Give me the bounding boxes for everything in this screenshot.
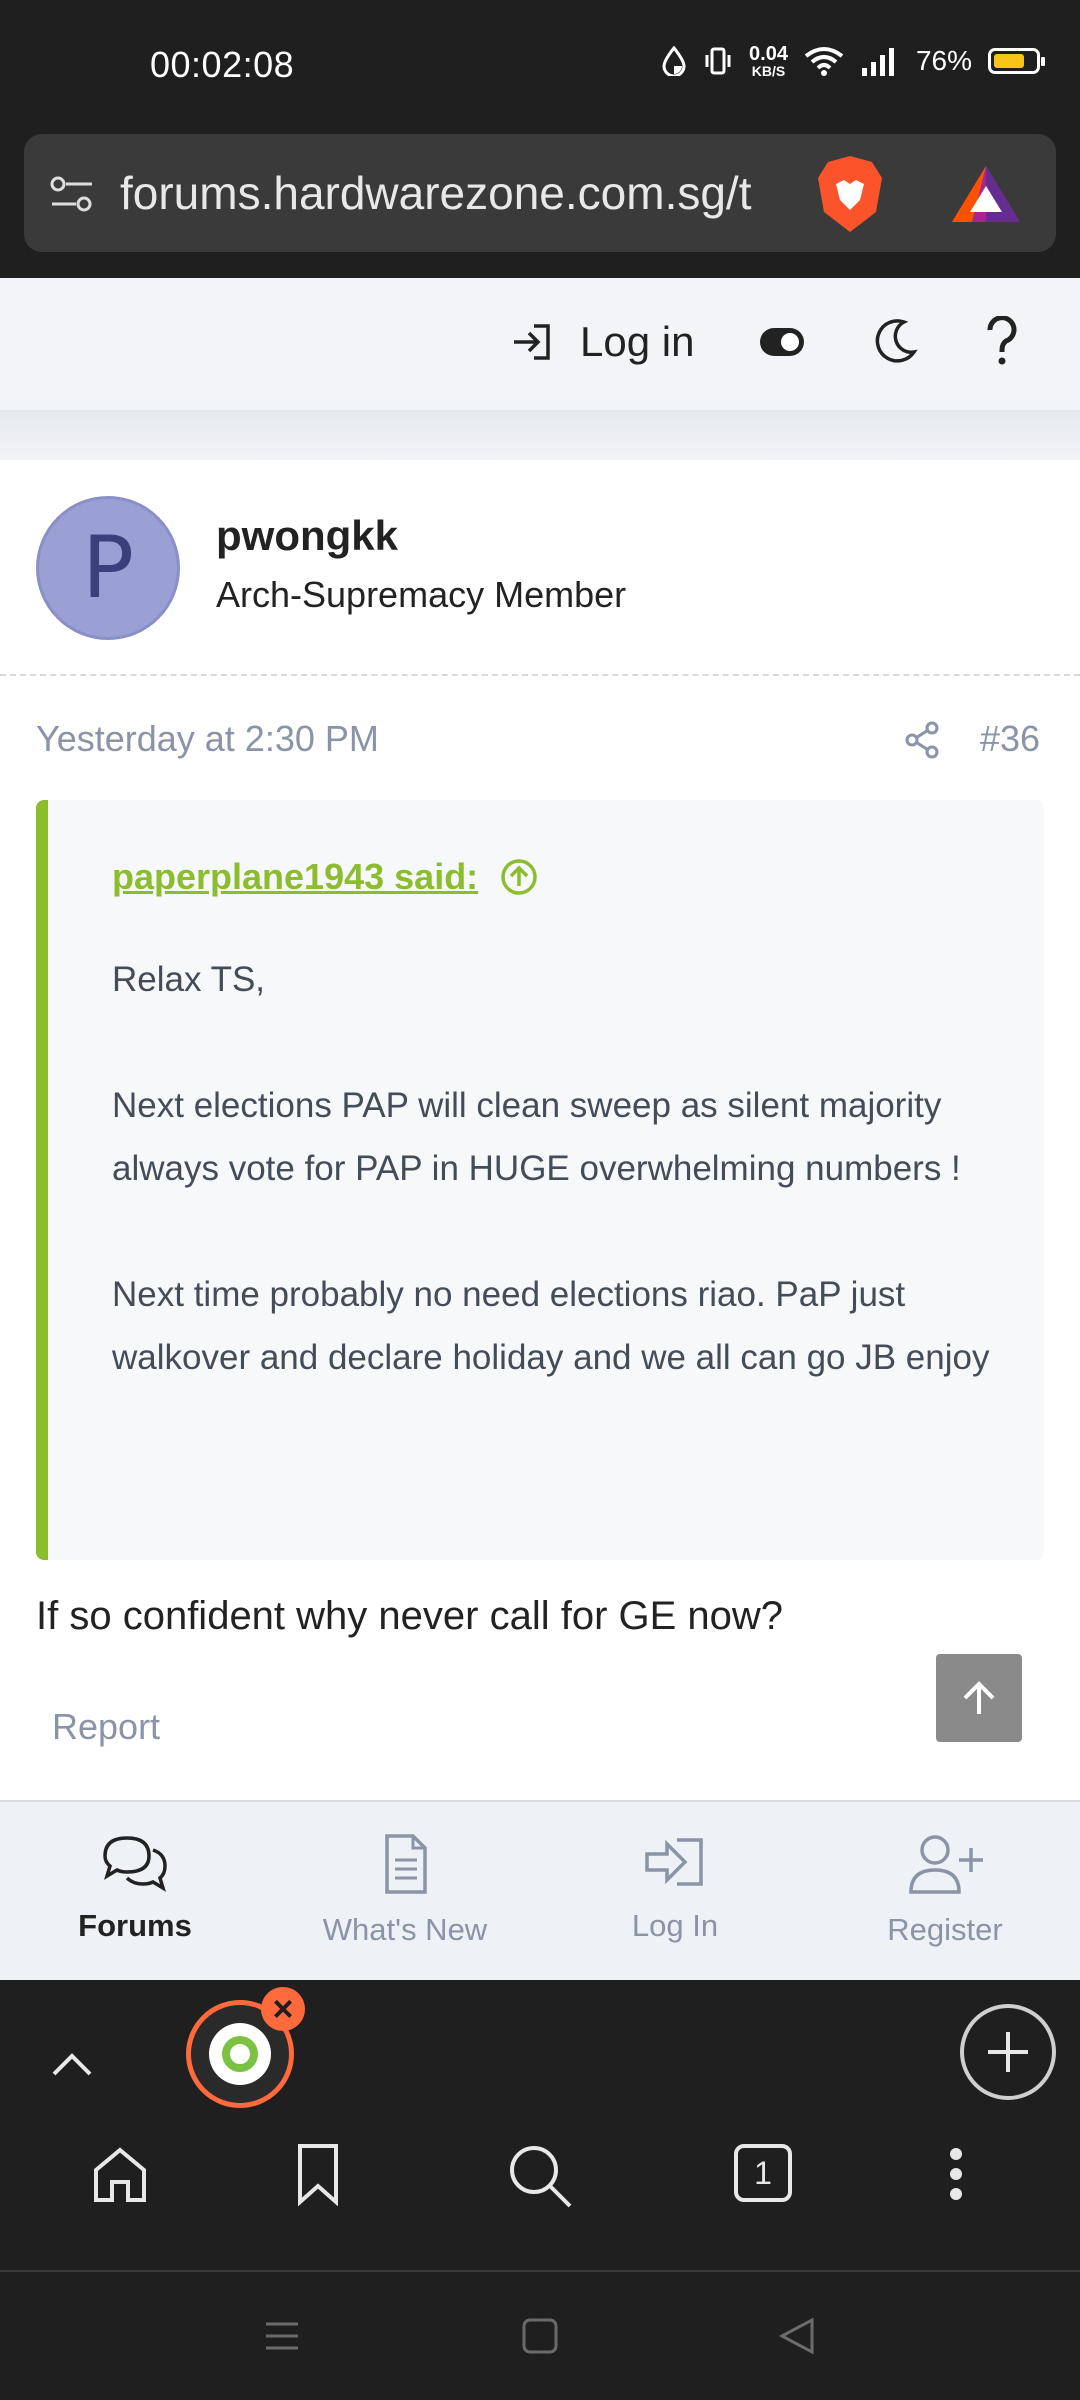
status-icons: 0.04 KB/S 76% [661,44,1045,78]
extension-icon [209,2023,271,2085]
home-nav-button[interactable] [520,2316,560,2361]
url-text[interactable]: forums.hardwarezone.com.sg/t [120,166,810,220]
login-label: Log in [580,318,695,365]
toggle-icon[interactable] [758,326,806,358]
nav-tab-whats-new[interactable]: What's New [270,1802,540,1980]
forums-icon [103,1836,167,1892]
quote-block: paperplane1943 said: Relax TS, Next elec… [36,800,1044,1560]
battery-percent: 76% [915,45,972,76]
quote-paragraph: Next elections PAP will clean sweep as s… [112,1086,961,1188]
site-header: Log in [0,278,1080,410]
address-bar[interactable]: forums.hardwarezone.com.sg/t [24,134,1056,252]
post-body: If so confident why never call for GE no… [36,1594,784,1638]
nav-tab-label: Register [887,1912,1003,1947]
browser-nav-row: 1 [0,2142,1080,2242]
vibrate-icon [705,47,731,75]
search-button[interactable] [506,2142,574,2215]
moon-icon[interactable] [874,318,918,364]
quote-header[interactable]: paperplane1943 said: [112,856,538,898]
nav-tab-label: Forums [78,1908,192,1943]
post-number[interactable]: #36 [980,718,1040,760]
system-nav-bar [0,2272,1080,2400]
wifi-icon [804,47,844,76]
login-icon [514,324,550,360]
tabs-button[interactable]: 1 [734,2144,792,2202]
site-settings-icon[interactable] [48,174,96,214]
scroll-to-top-button[interactable] [936,1654,1022,1742]
more-vert-icon [950,2148,962,2200]
quote-paragraph: Next time probably no need elections ria… [112,1275,990,1377]
avatar[interactable]: P [36,496,180,640]
quote-paragraph: Relax TS, [112,960,266,999]
brave-rewards-icon[interactable] [950,164,1022,224]
home-button[interactable] [88,2142,152,2211]
tab-count: 1 [734,2144,792,2202]
bookmarks-button[interactable] [290,2142,346,2211]
back-button[interactable] [776,2316,816,2361]
net-speed: 0.04 KB/S [749,44,788,78]
help-icon[interactable] [984,316,1020,366]
chevron-up-icon[interactable] [48,2040,96,2088]
nav-tab-register[interactable]: Register [810,1802,1080,1980]
username[interactable]: pwongkk [216,512,398,560]
close-icon[interactable]: × [261,1987,305,2031]
net-speed-value: 0.04 [749,43,788,65]
quote-body: Relax TS, Next elections PAP will clean … [112,948,1012,1389]
post-date[interactable]: Yesterday at 2:30 PM [36,718,379,760]
battery-icon [988,48,1045,74]
nav-tab-label: Log In [631,1908,719,1943]
header-shadow [0,410,1080,460]
data-saver-icon [662,46,686,76]
login-icon [645,1838,703,1886]
divider [0,674,1080,676]
battery-fill [994,54,1025,68]
quote-author[interactable]: paperplane1943 said: [112,856,478,898]
plus-icon [988,2032,1028,2072]
status-bar: 00:02:08 0.04 KB/S 76% [0,0,1080,132]
back-triangle-icon [778,2317,814,2355]
extension-button[interactable]: × [186,1987,305,2108]
nav-tab-label: What's New [322,1912,488,1947]
menu-lines-icon [266,2322,298,2350]
new-tab-button[interactable] [960,2004,1056,2100]
user-title: Arch-Supremacy Member [216,574,627,615]
browser-bottom-bar: × 1 [0,1980,1080,2270]
signal-icon [861,48,894,76]
recents-button[interactable] [262,2316,302,2361]
post: P pwongkk Arch-Supremacy Member Yesterda… [0,460,1080,1800]
bookmark-icon [298,2144,338,2207]
nav-tab-forums[interactable]: Forums [0,1802,270,1980]
site-bottom-nav: Forums What's New Log In Register [0,1800,1080,1980]
share-icon[interactable] [902,720,942,760]
arrow-up-icon [963,1681,995,1714]
browser-toolbar: forums.hardwarezone.com.sg/t [0,132,1080,278]
register-icon [909,1835,983,1894]
login-link[interactable]: Log in [510,318,694,366]
square-icon [522,2318,558,2354]
net-speed-unit: KB/S [751,63,786,79]
jump-to-quote-icon[interactable] [500,858,538,896]
search-icon [510,2146,572,2208]
nav-tab-login[interactable]: Log In [540,1802,810,1980]
brave-shields-icon[interactable] [814,154,886,234]
menu-button[interactable] [944,2142,968,2211]
clock: 00:02:08 [150,44,295,85]
whats-new-icon [385,1834,427,1894]
report-link[interactable]: Report [52,1706,160,1748]
home-icon [94,2147,146,2202]
